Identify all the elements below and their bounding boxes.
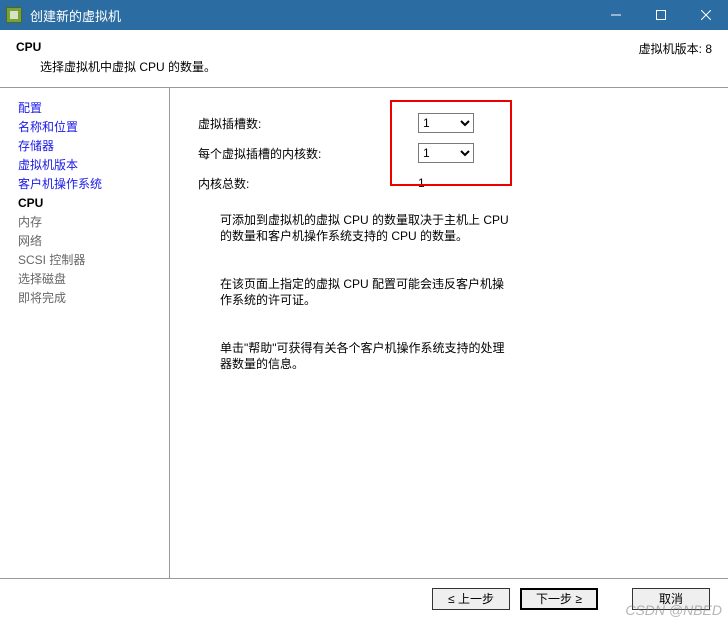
vm-version-label: 虚拟机版本: 8 — [639, 40, 712, 57]
sidebar-item-vm-version[interactable]: 虚拟机版本 — [18, 157, 159, 173]
row-sockets: 虚拟插槽数: 1 — [198, 108, 538, 138]
info-text-1: 可添加到虚拟机的虚拟 CPU 的数量取决于主机上 CPU 的数量和客户机操作系统… — [220, 212, 510, 244]
cpu-form: 虚拟插槽数: 1 每个虚拟插槽的内核数: 1 内核总数: 1 — [198, 108, 538, 198]
total-label: 内核总数: — [198, 175, 418, 192]
page-subtitle: 选择虚拟机中虚拟 CPU 的数量。 — [16, 58, 712, 75]
sidebar-item-guest-os[interactable]: 客户机操作系统 — [18, 176, 159, 192]
sidebar-item-ready: 即将完成 — [18, 290, 159, 306]
info-text-3: 单击"帮助"可获得有关各个客户机操作系统支持的处理器数量的信息。 — [220, 340, 510, 372]
window-title: 创建新的虚拟机 — [30, 6, 593, 25]
total-value: 1 — [418, 176, 478, 190]
sidebar-item-scsi: SCSI 控制器 — [18, 252, 159, 268]
footer: ≤ 上一步 下一步 ≥ 取消 — [0, 578, 728, 618]
sidebar-item-config[interactable]: 配置 — [18, 100, 159, 116]
main-panel: 虚拟插槽数: 1 每个虚拟插槽的内核数: 1 内核总数: 1 可添加到虚拟机的虚… — [170, 88, 728, 578]
sidebar-item-storage[interactable]: 存储器 — [18, 138, 159, 154]
sidebar: 配置 名称和位置 存储器 虚拟机版本 客户机操作系统 CPU 内存 网络 SCS… — [0, 88, 170, 578]
page-title: CPU — [16, 40, 712, 54]
cores-select[interactable]: 1 — [418, 143, 474, 163]
next-button[interactable]: 下一步 ≥ — [520, 588, 598, 610]
sidebar-item-memory: 内存 — [18, 214, 159, 230]
sockets-label: 虚拟插槽数: — [198, 115, 418, 132]
sidebar-item-name-location[interactable]: 名称和位置 — [18, 119, 159, 135]
row-cores: 每个虚拟插槽的内核数: 1 — [198, 138, 538, 168]
sockets-select[interactable]: 1 — [418, 113, 474, 133]
sidebar-item-cpu: CPU — [18, 195, 159, 211]
titlebar: 创建新的虚拟机 — [0, 0, 728, 30]
maximize-button[interactable] — [638, 0, 683, 30]
info-text-2: 在该页面上指定的虚拟 CPU 配置可能会违反客户机操作系统的许可证。 — [220, 276, 510, 308]
header: CPU 选择虚拟机中虚拟 CPU 的数量。 虚拟机版本: 8 — [0, 30, 728, 88]
sidebar-item-select-disk: 选择磁盘 — [18, 271, 159, 287]
back-button[interactable]: ≤ 上一步 — [432, 588, 510, 610]
minimize-button[interactable] — [593, 0, 638, 30]
window-controls — [593, 0, 728, 30]
body: 配置 名称和位置 存储器 虚拟机版本 客户机操作系统 CPU 内存 网络 SCS… — [0, 88, 728, 578]
cancel-button[interactable]: 取消 — [632, 588, 710, 610]
row-total: 内核总数: 1 — [198, 168, 538, 198]
app-icon — [6, 7, 22, 23]
close-button[interactable] — [683, 0, 728, 30]
sidebar-item-network: 网络 — [18, 233, 159, 249]
cores-label: 每个虚拟插槽的内核数: — [198, 145, 418, 162]
